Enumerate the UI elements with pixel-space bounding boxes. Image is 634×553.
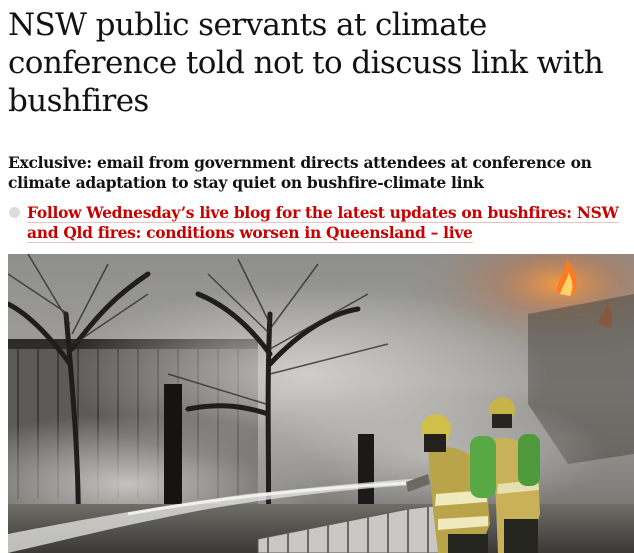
live-links-list: Follow Wednesday’s live blog for the lat…	[8, 203, 628, 243]
article: NSW public servants at climate conferenc…	[0, 0, 634, 553]
article-standfirst: Exclusive: email from government directs…	[8, 153, 592, 192]
live-link-item: Follow Wednesday’s live blog for the lat…	[8, 203, 628, 243]
hero-image	[8, 254, 634, 553]
live-blog-link[interactable]: Follow Wednesday’s live blog for the lat…	[27, 203, 619, 243]
firefighters-photo-icon	[8, 254, 634, 553]
article-headline: NSW public servants at climate conferenc…	[8, 7, 604, 119]
bullet-dot-icon	[9, 207, 20, 218]
